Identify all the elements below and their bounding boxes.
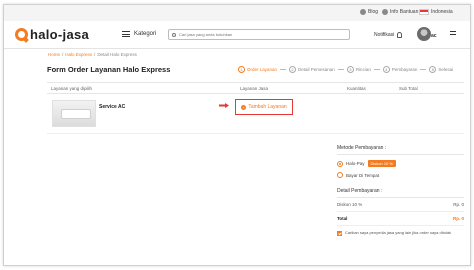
service-name: Service AC <box>99 104 126 110</box>
column-header: Sub Total <box>399 86 418 91</box>
radio-button[interactable] <box>337 160 343 167</box>
payment-option-halo-pay[interactable]: Halo-Pay Diskon 10 % <box>337 160 464 167</box>
step-detail-pemesanan: 2 Detail Pemesanan <box>289 66 335 73</box>
flag-icon <box>419 9 429 15</box>
arrow-right-icon <box>219 103 229 108</box>
header: halo-jasa Kategori Notifikasi ac <box>4 21 470 49</box>
radio-button[interactable] <box>337 172 343 178</box>
table-row: Service AC + Tambah Layanan <box>47 94 464 134</box>
blog-icon <box>360 9 366 15</box>
discount-badge: Diskon 10 % <box>367 160 396 167</box>
step-order-layanan: 1 Order Layanan <box>238 66 277 73</box>
avatar-label: ac <box>431 33 437 39</box>
language-selector[interactable]: Indonesia <box>419 9 453 15</box>
menu-icon[interactable] <box>450 31 456 38</box>
step-selesai: 5 Selesai <box>429 66 453 73</box>
payment-option-cod[interactable]: Bayar Di Tempat <box>337 172 464 178</box>
notification-button[interactable]: Notifikasi <box>374 32 403 38</box>
discount-row: Diskon 10 % Rp. 0 <box>337 198 464 212</box>
category-menu[interactable]: Kategori <box>122 31 156 37</box>
plus-icon: + <box>241 104 247 110</box>
blog-link[interactable]: Blog <box>360 9 378 15</box>
logo[interactable]: halo-jasa <box>15 27 89 42</box>
payment-detail-label: Detail Pembayaran : <box>337 188 383 194</box>
step-rincian: 3 Rincian <box>346 66 371 73</box>
logo-icon <box>15 28 28 41</box>
bell-icon <box>397 32 403 38</box>
step-pembayaran: 4 Pembayaran <box>382 66 417 73</box>
column-header: Layanan yang dipilih <box>51 86 93 91</box>
add-service-button[interactable]: + Tambah Layanan <box>235 99 293 115</box>
app-window: Blog Info Bantuan Indonesia halo-jasa Ka… <box>3 4 471 266</box>
total-row: Total Rp. 0 <box>337 212 464 226</box>
help-link[interactable]: Info Bantuan <box>382 9 418 15</box>
info-icon <box>382 9 388 15</box>
search-icon <box>172 32 176 37</box>
page-title: Form Order Layanan Halo Express <box>47 65 171 74</box>
column-header: Layanan Jasa <box>240 86 269 91</box>
order-steps: 1 Order Layanan 2 Detail Pemesanan 3 Rin… <box>238 66 453 73</box>
column-header: Kuantitas <box>347 86 366 91</box>
breadcrumb-home[interactable]: Home <box>48 52 60 57</box>
search-input[interactable] <box>179 32 339 37</box>
breadcrumb-halo-express[interactable]: Halo Express <box>65 52 92 57</box>
breadcrumb-current: Detail Halo Express <box>97 52 137 57</box>
payment-method-label: Metode Pembayaran : <box>337 145 387 151</box>
hamburger-icon <box>122 31 130 37</box>
search-box[interactable] <box>168 29 350 40</box>
breadcrumb: Home / Halo Express / Detail Halo Expres… <box>48 52 137 57</box>
payment-panel: Metode Pembayaran : Halo-Pay Diskon 10 %… <box>337 145 464 236</box>
utility-bar: Blog Info Bantuan Indonesia <box>4 5 470 21</box>
table-header: Layanan yang dipilih Layanan Jasa Kuanti… <box>47 82 464 94</box>
avatar[interactable] <box>417 27 431 41</box>
product-image <box>52 100 96 127</box>
agreement-checkbox-row[interactable]: Carikan saya penyedia jasa yang lain jik… <box>337 230 464 236</box>
checkbox[interactable] <box>337 231 342 236</box>
